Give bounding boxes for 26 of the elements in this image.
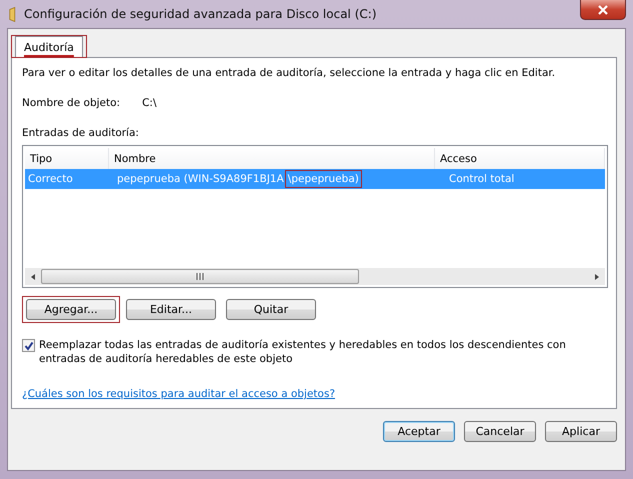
object-name-label: Nombre de objeto: [22,97,120,109]
dialog-button[interactable]: Aceptar [383,421,455,442]
window-title: Configuración de seguridad avanzada para Disco local (C:) [24,7,376,21]
tab[interactable]: Auditoría [15,36,83,57]
table-cell: pepeprueba (WIN-S9A89F1BJ1A \pepeprueba) [112,169,443,189]
table-cell-text: Control total [448,172,516,187]
scroll-left-icon[interactable] [29,272,37,280]
action-button[interactable]: Editar... [126,299,216,320]
horizontal-scrollbar[interactable] [25,268,605,285]
description-text: Para ver o editar los detalles de una entrada de auditoría, seleccione la entrada y haga clic en Editar. [22,67,556,79]
object-name-value: C:\ [142,97,156,109]
scroll-right-icon[interactable] [593,272,601,280]
checkbox-label: Reemplazar todas las entradas de auditoría existentes y heredables en todos los descendientes con entradas de auditoría heredables de este objeto [39,338,567,366]
grip-icon [196,273,204,280]
table-cell-text: Correcto [27,172,74,187]
action-button[interactable]: Quitar [226,299,316,320]
entries-label: Entradas de auditoría: [22,127,140,139]
action-button[interactable]: Agregar... [26,299,116,320]
dialog-button[interactable]: Aplicar [545,421,617,442]
dialog-button[interactable]: Cancelar [464,421,536,442]
scrollbar-thumb[interactable] [41,269,359,284]
help-link[interactable]: ¿Cuáles son los requisitos para auditar el acceso a objetos? [22,388,336,400]
checkbox[interactable] [22,339,35,352]
close-icon [597,4,609,14]
close-button[interactable] [580,0,626,20]
folder-icon [9,6,16,22]
